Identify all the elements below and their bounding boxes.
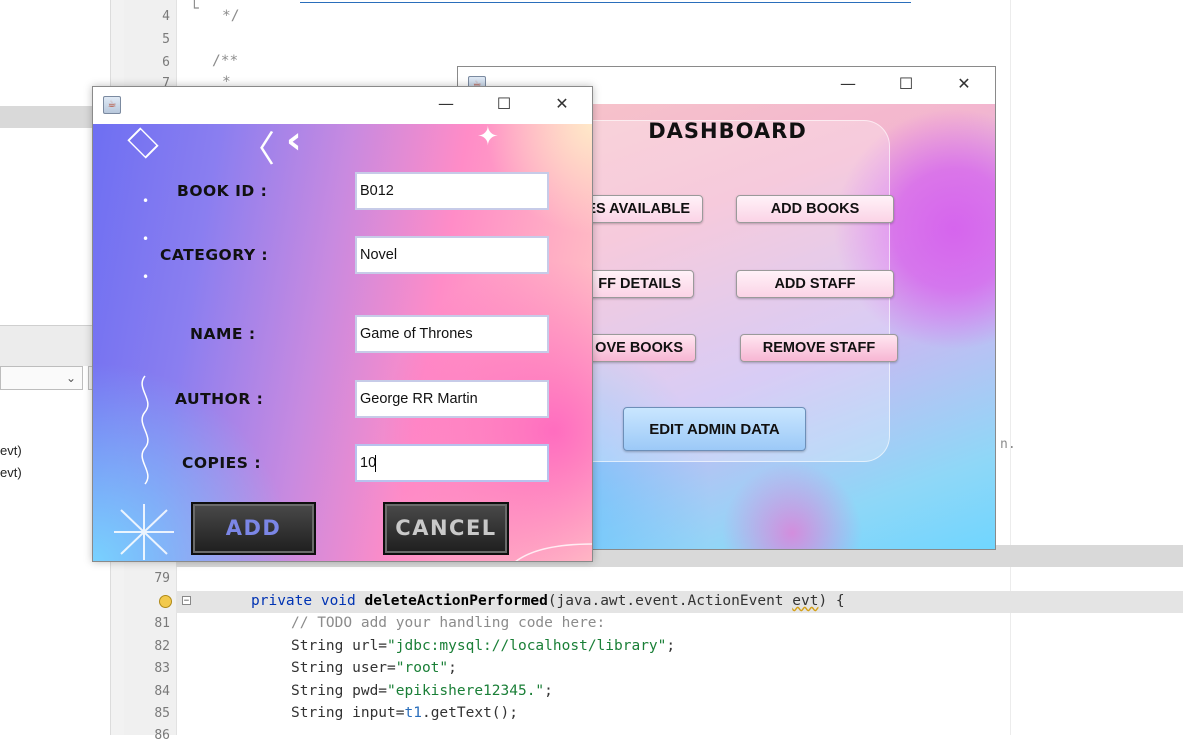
sparkle-icon: ✦ bbox=[477, 122, 499, 152]
minimize-icon[interactable]: — bbox=[424, 93, 468, 117]
remove-staff-button[interactable]: REMOVE STAFF bbox=[740, 334, 898, 362]
author-label: AUTHOR : bbox=[175, 390, 264, 408]
maximize-icon[interactable]: ☐ bbox=[482, 93, 526, 117]
code-text: String user= bbox=[291, 660, 396, 676]
text-caret bbox=[375, 455, 376, 472]
cancel-button-label: CANCEL bbox=[395, 516, 497, 540]
code-text: ; bbox=[666, 638, 676, 654]
close-icon[interactable]: ✕ bbox=[540, 93, 584, 117]
line-number: 81 bbox=[154, 616, 170, 631]
code-line-url: String url="jdbc:mysql://localhost/libra… bbox=[291, 638, 675, 654]
add-button[interactable]: ADD bbox=[191, 502, 316, 555]
code-line-input: String input=t1.getText(); bbox=[291, 705, 518, 721]
line-number: 83 bbox=[154, 661, 170, 676]
member-item[interactable]: evt) bbox=[0, 465, 22, 480]
chevron-left-solid-icon: ‹ bbox=[286, 118, 302, 162]
cancel-button[interactable]: CANCEL bbox=[383, 502, 509, 555]
code-variable: t1 bbox=[404, 705, 422, 721]
code-line-pwd: String pwd="epikishere12345."; bbox=[291, 683, 553, 699]
chevron-left-outline-icon: 〈 bbox=[239, 129, 276, 170]
name-label: NAME : bbox=[190, 325, 256, 343]
line-number: 85 bbox=[154, 706, 170, 721]
java-cup-icon: ☕ bbox=[103, 96, 121, 114]
method-declaration: private void deleteActionPerformed(java.… bbox=[251, 593, 845, 609]
code-string: "jdbc:mysql://localhost/library" bbox=[387, 638, 667, 654]
curve-decoration-icon bbox=[515, 543, 592, 561]
warning-bulb-icon[interactable] bbox=[159, 595, 172, 608]
code-text: String pwd= bbox=[291, 683, 388, 699]
code-text: ; bbox=[448, 660, 457, 676]
code-end: ) { bbox=[818, 593, 845, 609]
comment-end: */ bbox=[222, 8, 240, 24]
line-number: 4 bbox=[162, 9, 170, 24]
code-line-user: String user="root"; bbox=[291, 660, 457, 676]
line-number: 6 bbox=[162, 55, 170, 70]
method-name: deleteActionPerformed bbox=[364, 593, 548, 609]
book-id-input[interactable] bbox=[355, 172, 549, 210]
members-combo[interactable]: ⌄ bbox=[0, 366, 83, 390]
line-number: 5 bbox=[162, 32, 170, 47]
truncated-code: n. bbox=[1000, 437, 1016, 452]
right-margin-guide bbox=[1010, 0, 1011, 735]
copies-label: COPIES : bbox=[182, 454, 262, 472]
dot-decoration-icon: • bbox=[142, 232, 150, 246]
code-text: String input= bbox=[291, 705, 405, 721]
add-book-title-bar[interactable]: ☕ — ☐ ✕ bbox=[93, 87, 592, 124]
dot-decoration-icon: • bbox=[142, 270, 150, 284]
dot-decoration-icon: • bbox=[142, 194, 150, 208]
line-number: 86 bbox=[154, 728, 170, 743]
wave-decoration-icon bbox=[141, 375, 149, 485]
chevron-down-icon: ⌄ bbox=[65, 371, 76, 385]
add-button-label: ADD bbox=[225, 516, 282, 540]
book-id-label: BOOK ID : bbox=[177, 182, 268, 200]
line-number: 79 bbox=[154, 571, 170, 586]
todo-comment: // TODO add your handling code here: bbox=[291, 615, 606, 631]
fold-marker: └ bbox=[190, 1, 199, 17]
minimize-icon[interactable]: — bbox=[826, 73, 870, 97]
close-icon[interactable]: ✕ bbox=[942, 73, 986, 97]
diamond-decoration-icon bbox=[127, 127, 159, 159]
add-staff-button[interactable]: ADD STAFF bbox=[736, 270, 894, 298]
asterisk-decoration-icon bbox=[114, 504, 174, 560]
name-input[interactable] bbox=[355, 315, 549, 353]
code-text: String url= bbox=[291, 638, 388, 654]
maximize-icon[interactable]: ☐ bbox=[884, 73, 928, 97]
add-book-form: 〈 ‹ ✦ • • • BOOK ID : CATEGORY : NAME : … bbox=[93, 118, 592, 561]
code-text: .getText(); bbox=[421, 705, 518, 721]
category-label: CATEGORY : bbox=[160, 246, 269, 264]
add-books-button[interactable]: ADD BOOKS bbox=[736, 195, 894, 223]
code-keyword: private void bbox=[251, 593, 365, 609]
code-params: (java.awt.event.ActionEvent bbox=[547, 593, 793, 609]
fold-toggle-icon[interactable]: − bbox=[182, 596, 191, 606]
author-input[interactable] bbox=[355, 380, 549, 418]
copies-input[interactable] bbox=[355, 444, 549, 482]
member-item[interactable]: evt) bbox=[0, 443, 22, 458]
code-string: "epikishere12345." bbox=[387, 683, 545, 699]
line-number: 82 bbox=[154, 639, 170, 654]
javadoc-start: /** bbox=[212, 53, 239, 69]
line-number: 84 bbox=[154, 684, 170, 699]
add-book-window: ☕ — ☐ ✕ 〈 ‹ ✦ • • • BOOK ID : CATEGORY :… bbox=[92, 86, 593, 562]
javadoc-link[interactable] bbox=[300, 0, 911, 3]
code-string: "root" bbox=[395, 660, 449, 676]
code-text: ; bbox=[544, 683, 553, 699]
param-evt: evt bbox=[792, 593, 819, 609]
category-input[interactable] bbox=[355, 236, 549, 274]
edit-admin-data-button[interactable]: EDIT ADMIN DATA bbox=[623, 407, 806, 451]
